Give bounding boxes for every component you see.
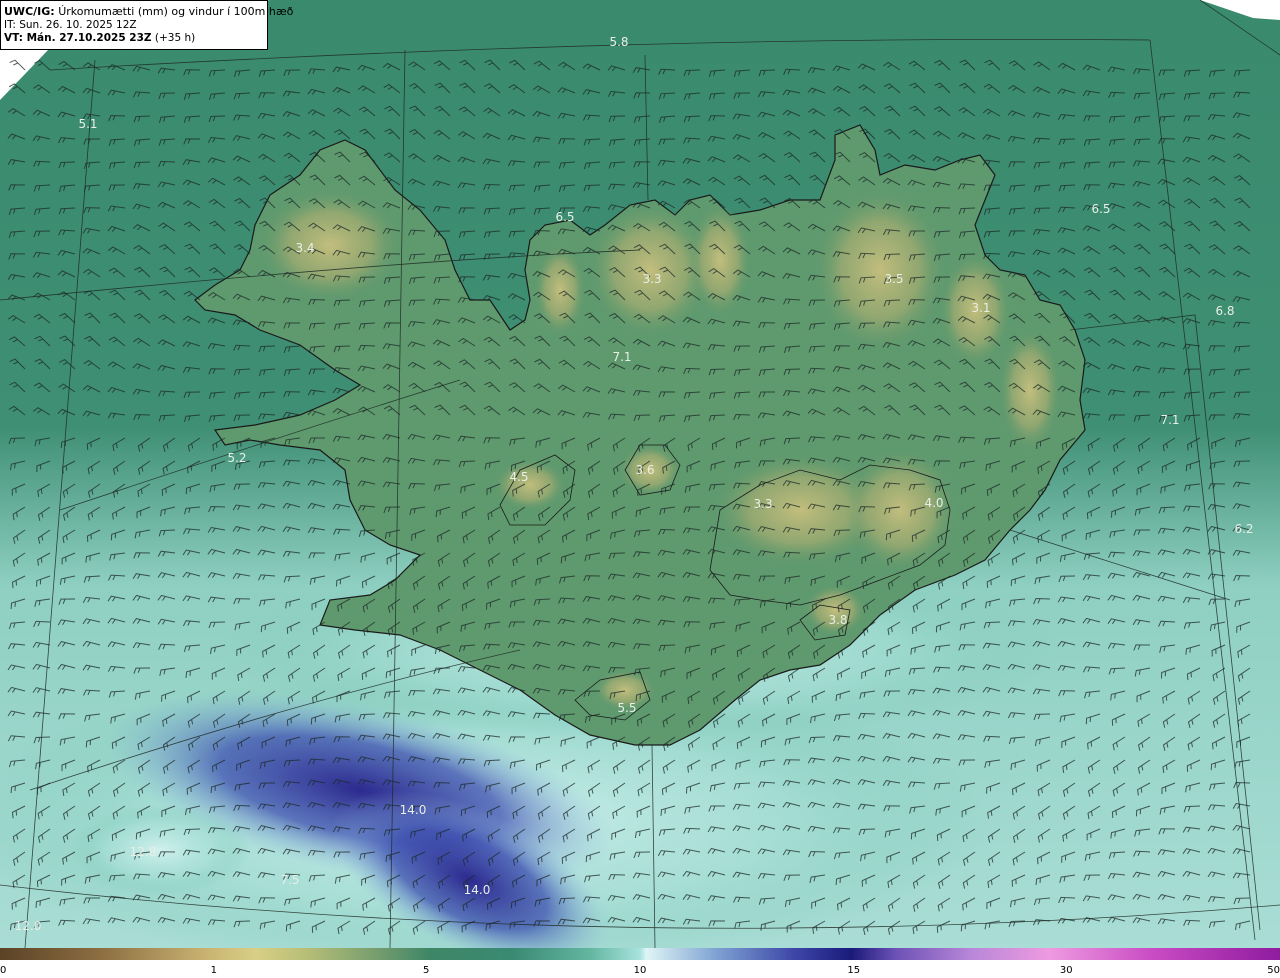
map-value-label: 6.2 bbox=[1234, 522, 1254, 536]
forecast-map-viewer: 5.8 5.1 6.5 6.5 3.4 3.3 3.5 3.1 6.8 7.1 7.1 5.2 3.6 4… bbox=[0, 0, 1280, 978]
valid-time-line: VT: Mán. 27.10.2025 23Z (+35 h) bbox=[4, 32, 267, 45]
map-value-label: 4.0 bbox=[924, 496, 944, 510]
map-value-label: 7.1 bbox=[612, 350, 632, 364]
product-description: Úrkomumætti (mm) og vindur í 100m hæð bbox=[58, 5, 294, 18]
colorbar-tick-label: 10 bbox=[633, 965, 647, 976]
colorbar-tick-label: 50 bbox=[1267, 965, 1280, 976]
map-value-label: 12.0 bbox=[14, 919, 42, 933]
colorbar-tick-label: 1 bbox=[210, 965, 217, 976]
precip-band-west bbox=[70, 805, 250, 895]
colorbar-tick-label: 15 bbox=[847, 965, 861, 976]
map-value-label: 3.4 bbox=[295, 241, 315, 255]
map-value-label: 3.8 bbox=[828, 613, 848, 627]
map-value-label: 5.2 bbox=[227, 451, 247, 465]
map-value-label: 7.1 bbox=[1160, 413, 1180, 427]
map-value-label: 4.5 bbox=[509, 470, 529, 484]
map-value-label: 7.5 bbox=[280, 873, 300, 887]
map-value-label: 5.1 bbox=[78, 117, 98, 131]
map-value-label: 14.0 bbox=[463, 883, 491, 897]
map-value-label: 3.3 bbox=[642, 272, 662, 286]
colorbar-tick-label: 5 bbox=[423, 965, 430, 976]
map-value-label: 5.5 bbox=[617, 701, 637, 715]
map-value-label: 3.6 bbox=[635, 463, 655, 477]
product-code: UWC/IG: bbox=[4, 5, 55, 18]
map-value-label: 6.8 bbox=[1215, 304, 1235, 318]
map-value-label: 14.0 bbox=[399, 803, 427, 817]
map-value-label: 3.1 bbox=[971, 301, 991, 315]
forecast-info-box: UWC/IG: Úrkomumætti (mm) og vindur í 100… bbox=[0, 0, 293, 50]
colorbar-tick-label: 0 bbox=[0, 965, 7, 976]
map-value-label: 6.5 bbox=[1091, 202, 1111, 216]
map-value-label: 5.8 bbox=[609, 35, 629, 49]
colorbar-strip bbox=[0, 948, 1280, 960]
issue-time: IT: Sun. 26. 10. 2025 12Z bbox=[4, 19, 137, 31]
map-value-label: 3.3 bbox=[753, 497, 773, 511]
product-line: UWC/IG: Úrkomumætti (mm) og vindur í 100… bbox=[4, 4, 293, 19]
valid-time: VT: Mán. 27.10.2025 23Z bbox=[4, 32, 152, 44]
colorbar-tick-label: 30 bbox=[1059, 965, 1073, 976]
valid-offset: (+35 h) bbox=[154, 32, 196, 44]
precipitation-colorbar: 0 1 5 10 15 30 50 bbox=[0, 948, 1280, 978]
map-value-label: 6.5 bbox=[555, 210, 575, 224]
map-value-label: 3.5 bbox=[884, 272, 904, 286]
map-value-label: 12.8 bbox=[129, 845, 157, 859]
